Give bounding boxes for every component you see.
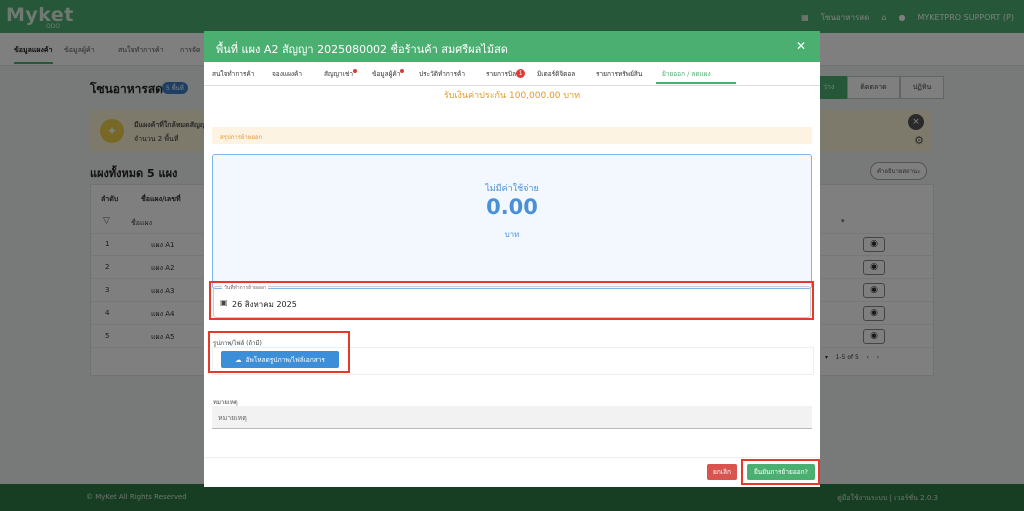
- highlight-date-box: [209, 281, 814, 320]
- tab-assets[interactable]: รายการทรัพย์สิน: [596, 69, 642, 79]
- deposit-received-text: รับเงินค่าประกัน 100,000.00 บาท: [443, 91, 581, 101]
- tab-bills[interactable]: รายการบิล 1: [486, 69, 526, 79]
- tab-vendor-info[interactable]: ข้อมูลผู้ค้า: [372, 69, 405, 79]
- active-tab-indicator: [656, 82, 736, 84]
- move-out-summary-bar: สรุปการย้ายออก: [212, 127, 812, 144]
- highlight-confirm-box: [741, 459, 820, 485]
- bill-count-badge: 1: [516, 69, 526, 78]
- cost-amount: 0.00: [486, 195, 538, 219]
- close-icon[interactable]: ✕: [796, 39, 806, 53]
- dialog-title: พื้นที่ แผง A2 สัญญา 2025080002 ชื่อร้าน…: [216, 43, 508, 56]
- tab-alert-dot: [400, 69, 405, 73]
- tab-history[interactable]: ประวัติทำการค้า: [419, 69, 465, 79]
- cost-label: ไม่มีค่าใช้จ่าย: [485, 184, 539, 194]
- tab-alert-dot: [352, 69, 357, 73]
- tab-interest[interactable]: สนใจทำการค้า: [212, 69, 254, 79]
- note-placeholder: หมายเหตุ: [218, 414, 247, 422]
- cancel-button[interactable]: ยกเลิก: [707, 464, 737, 480]
- dialog-header: พื้นที่ แผง A2 สัญญา 2025080002 ชื่อร้าน…: [204, 31, 820, 62]
- tab-booking[interactable]: จองแผงค้า: [272, 69, 302, 79]
- move-out-dialog: พื้นที่ แผง A2 สัญญา 2025080002 ชื่อร้าน…: [204, 31, 820, 487]
- summary-label: สรุปการย้ายออก: [220, 134, 263, 141]
- highlight-upload-box: [208, 331, 350, 373]
- tab-move-out[interactable]: ย้ายออก / ลดแผง: [662, 69, 711, 79]
- cost-summary-box: ไม่มีค่าใช้จ่าย 0.00 บาท: [212, 154, 812, 289]
- tab-digital-meter[interactable]: มิเตอร์ดิจิตอล: [537, 69, 575, 79]
- note-input[interactable]: หมายเหตุ: [212, 406, 812, 429]
- cost-unit: บาท: [504, 230, 520, 239]
- tab-contract[interactable]: สัญญาเช่า: [324, 69, 357, 79]
